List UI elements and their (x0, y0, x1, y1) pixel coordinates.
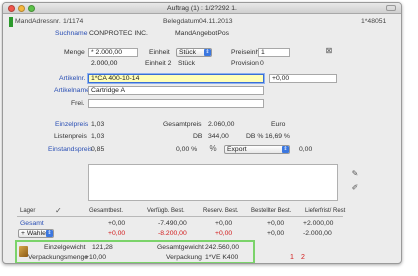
table-header-lieferfrist: Lieferfrist/ Rest (305, 208, 346, 214)
table-header-lager: Lager (20, 208, 36, 214)
package-icon (19, 246, 28, 257)
checkmark-icon: ✓ (55, 206, 62, 215)
percent-icon[interactable]: % (208, 144, 218, 153)
artikelname-field[interactable]: Cartridge A (88, 86, 264, 95)
einzelpreis-label[interactable]: Einzelpreis (55, 121, 88, 128)
verpackung-label: Verpackung (166, 254, 202, 261)
gesamtgewicht-value: 242.560,00 (205, 244, 240, 251)
select-arrows-icon: ⇕ (282, 146, 289, 153)
artikelname-label[interactable]: Artikelname (54, 87, 90, 94)
menge-field[interactable]: * 2.000,00 (88, 48, 138, 57)
table-cell: +0,00 (267, 220, 285, 227)
gesamtpreis-label: Gesamtpreis (163, 121, 202, 128)
toolbar-toggle-button[interactable] (386, 5, 396, 11)
preiseinheit-field[interactable]: 1 (258, 48, 290, 57)
currency-label: Euro (271, 121, 286, 128)
belegnr-value: 1*48051 (361, 18, 387, 25)
frei-field[interactable] (88, 99, 264, 108)
einheit2-label: Einheit 2 (145, 60, 172, 67)
belegdatum-value: 04.11.2013 (199, 18, 233, 25)
table-cell: +0,00 (215, 230, 233, 237)
order-window: Auftrag (1) : 1/2?292 1. MandAdressnr. 1… (2, 2, 402, 264)
table-header-reserv: Reserv. Best. (203, 208, 239, 214)
title-bar: Auftrag (1) : 1/2?292 1. (3, 3, 401, 14)
summary-box: Einzelgewicht 121,28 Gesamtgewicht 242.5… (15, 240, 255, 263)
einstandspreis-value: 0,85 (91, 146, 105, 153)
table-header-verfuegb: Verfügb. Best. (147, 208, 185, 214)
memo-text-area[interactable] (88, 164, 338, 201)
gesamtgewicht-label: Gesamtgewicht (157, 244, 204, 251)
table-divider (17, 216, 343, 217)
calculator-icon[interactable]: ⊠ (323, 46, 335, 55)
artikelnr-field[interactable]: 1*CA 400-10-14 (88, 74, 264, 83)
table-cell: +2.000,00 (303, 220, 334, 227)
table-row-lager-gesamt[interactable]: Gesamt (20, 220, 44, 227)
rabatt-pct-value: 0,00 % (176, 146, 198, 153)
table-cell: -8.200,00 (158, 230, 187, 237)
artikelnr-extra-field[interactable]: +0,00 (269, 74, 337, 83)
einheit2-value: Stück (178, 60, 195, 67)
einstandspreis-label[interactable]: Einstandspreis (48, 146, 93, 153)
table-cell: +0,00 (267, 230, 285, 237)
menge2-value: 2.000,00 (91, 60, 118, 67)
mand-adressnr-value: 1/1174 (63, 18, 84, 25)
frei-label: Frei. (71, 100, 85, 107)
db-pct-value: 16,69 % (265, 133, 290, 140)
suchname-label[interactable]: Suchname (55, 30, 88, 37)
select-arrows-icon: ⇕ (204, 49, 211, 56)
table-cell: +0,00 (108, 220, 126, 227)
table-cell: -7.490,00 (158, 220, 187, 227)
listenpreis-label: Listenpreis (54, 133, 87, 140)
artikelnr-label[interactable]: Artikelnr. (59, 75, 85, 82)
page-2-link[interactable]: 2 (301, 254, 305, 261)
belegdatum-label: Belegdatum (163, 18, 200, 25)
gesamtpreis-value: 2.060,00 (208, 121, 235, 128)
einheit-select-value: Stück (179, 49, 196, 56)
verpackungsmenge-value: +10,00 (85, 254, 106, 261)
verpackungsmenge-label: Verpackungsmenge (28, 254, 89, 261)
mand-adressnr-label: MandAdressnr. (15, 18, 61, 25)
einzelgewicht-label: Einzelgewicht (44, 244, 86, 251)
verpackung-value: 1*VE K400 (205, 254, 239, 261)
table-header-bestellter: Bestellter Best. (251, 208, 292, 214)
db-label: DB (193, 133, 203, 140)
db-value: 344,00 (208, 133, 229, 140)
window-title: Auftrag (1) : 1/2?292 1. (167, 5, 237, 12)
listenpreis-value: 1,03 (91, 133, 105, 140)
table-cell: -2.000,00 (303, 230, 332, 237)
pen-icon[interactable]: ✐ (349, 183, 361, 192)
suchname-value: CONPROTEC INC. (89, 30, 148, 37)
status-indicator (9, 17, 13, 27)
provision-value: 0 (260, 60, 264, 67)
notepad-icon[interactable]: ✎ (349, 169, 361, 178)
mand-angebot-label: MandAngebotPos (175, 30, 230, 37)
provision-label: Provision (231, 60, 259, 67)
export-select-value: Export (227, 146, 247, 153)
export-select[interactable]: Export ⇕ (224, 145, 290, 154)
einzelgewicht-value: 121,28 (92, 244, 113, 251)
einheit-select[interactable]: Stück ⇕ (176, 48, 212, 57)
table-header-gesamtbest: Gesamtbest. (89, 208, 124, 214)
einheit-label: Einheit (149, 49, 170, 56)
select-arrows-icon: ⇕ (46, 230, 53, 237)
einzelpreis-value: 1,03 (91, 121, 105, 128)
page-1-link[interactable]: 1 (290, 254, 294, 261)
table-cell: +0,00 (108, 230, 126, 237)
lager-select[interactable]: + Wahlen ⇕ (18, 229, 54, 238)
menge-label: Menge (64, 49, 85, 56)
table-cell: +0,00 (215, 220, 233, 227)
db-pct-label: DB % (246, 133, 264, 140)
export-value: 0,00 (299, 146, 313, 153)
